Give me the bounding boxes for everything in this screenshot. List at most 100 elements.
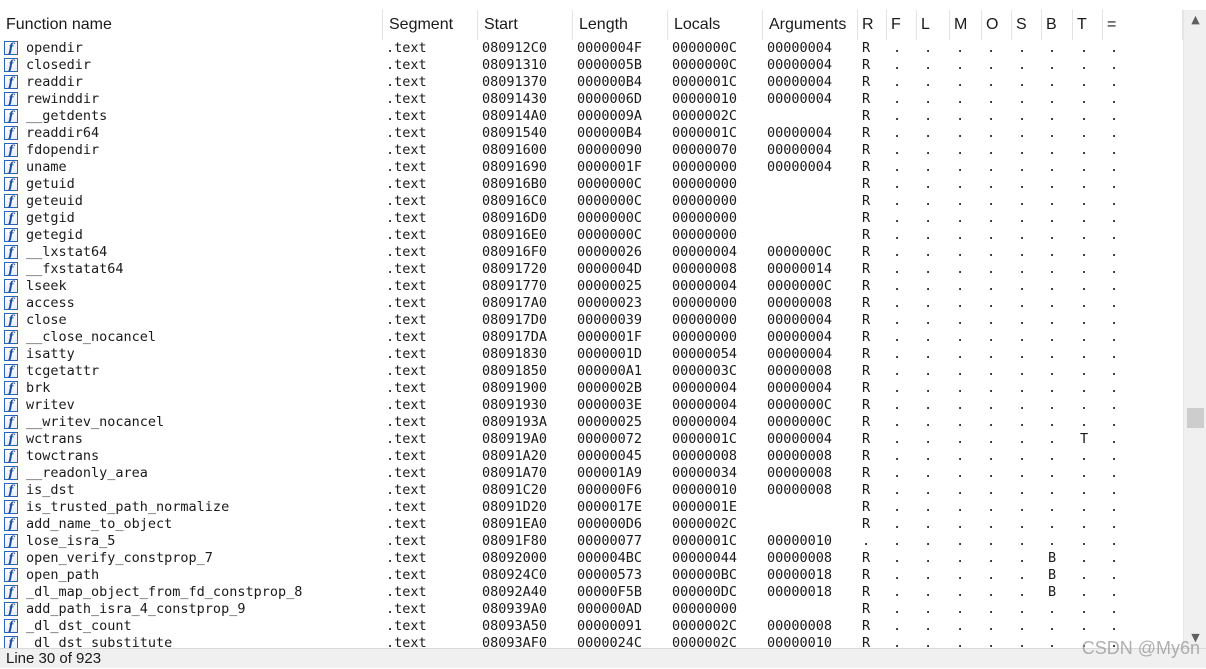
cell-name: isatty [26,346,75,362]
cell-args: 00000004 [767,91,833,107]
cell-o: . [987,499,996,515]
table-row[interactable]: f isatty .text 08091830 0000001D 00000054 0000… [0,346,1183,363]
table-row[interactable]: f lseek .text 08091770 00000025 00000004 00000… [0,278,1183,295]
column-header-t[interactable]: T [1073,10,1103,40]
cell-t: . [1080,142,1089,158]
table-row[interactable]: f add_path_isra_4_constprop_9 .text 080939A… [0,601,1183,618]
cell-f: . [893,142,902,158]
table-row[interactable]: f __lxstat64 .text 080916F0 00000026 00000004… [0,244,1183,261]
scroll-up-arrow-icon[interactable]: ▲ [1184,10,1206,30]
cell-b: . [1048,244,1057,260]
table-row[interactable]: f opendir .text 080912C0 0000004F 0000000C 000… [0,40,1183,57]
cell-l: . [924,74,933,90]
table-row[interactable]: f writev .text 08091930 0000003E 00000004 0000… [0,397,1183,414]
column-header-len[interactable]: Length [573,10,668,40]
column-header-r[interactable]: R [858,10,887,40]
table-row[interactable]: f closedir .text 08091310 0000005B 0000000C 00… [0,57,1183,74]
cell-locals: 00000000 [672,210,738,226]
table-row[interactable]: f getuid .text 080916B0 0000000C 00000000 R...… [0,176,1183,193]
table-row[interactable]: f _dl_dst_count .text 08093A50 00000091 00000… [0,618,1183,635]
cell-start: 08091430 [482,91,548,107]
column-header-l[interactable]: L [917,10,950,40]
cell-args: 00000018 [767,584,833,600]
cell-seg: .text [386,227,427,243]
cell-locals: 00000044 [672,550,738,566]
cell-f: . [893,431,902,447]
table-row[interactable]: f _dl_dst_substitute .text 08093AF0 0000024C… [0,635,1183,648]
cell-t: . [1080,91,1089,107]
table-row[interactable]: f close .text 080917D0 00000039 00000000 00000… [0,312,1183,329]
table-row[interactable]: f _dl_map_object_from_fd_constprop_8 .text… [0,584,1183,601]
cell-locals: 00000000 [672,176,738,192]
table-row[interactable]: f readdir64 .text 08091540 000000B4 0000001C 0… [0,125,1183,142]
table-row[interactable]: f is_dst .text 08091C20 000000F6 00000010 0000… [0,482,1183,499]
table-row[interactable]: f open_path .text 080924C0 00000573 000000BC 0… [0,567,1183,584]
function-icon: f [4,58,18,72]
column-header-s[interactable]: S [1012,10,1042,40]
table-row[interactable]: f lose_isra_5 .text 08091F80 00000077 0000001… [0,533,1183,550]
cell-name: __writev_nocancel [26,414,165,430]
cell-b: . [1048,312,1057,328]
column-header-m[interactable]: M [950,10,982,40]
table-row[interactable]: f access .text 080917A0 00000023 00000000 0000… [0,295,1183,312]
cell-name: tcgetattr [26,363,100,379]
scrollbar-thumb[interactable] [1187,408,1204,428]
vertical-scrollbar[interactable]: ▲ ▼ [1183,10,1206,648]
table-row[interactable]: f __writev_nocancel .text 0809193A 00000025 0… [0,414,1183,431]
table-row[interactable]: f open_verify_constprop_7 .text 08092000 000… [0,550,1183,567]
column-header-locals[interactable]: Locals [668,10,763,40]
column-header-name[interactable]: Function name [0,10,383,40]
cell-f: . [893,346,902,362]
cell-m: . [956,57,965,73]
cell-args: 00000010 [767,533,833,549]
table-row[interactable]: f wctrans .text 080919A0 00000072 0000001C 000… [0,431,1183,448]
function-icon: f [4,398,18,412]
table-row[interactable]: f geteuid .text 080916C0 0000000C 00000000 R..… [0,193,1183,210]
cell-r: R [862,618,871,634]
table-row[interactable]: f __close_nocancel .text 080917DA 0000001F 00… [0,329,1183,346]
cell-t: . [1080,567,1089,583]
column-header-seg[interactable]: Segment [383,10,478,40]
cell-l: . [924,482,933,498]
table-row[interactable]: f fdopendir .text 08091600 00000090 00000070 0… [0,142,1183,159]
cell-args: 00000004 [767,159,833,175]
cell-eq: . [1110,142,1119,158]
table-row[interactable]: f add_name_to_object .text 08091EA0 000000D6… [0,516,1183,533]
cell-l: . [924,159,933,175]
column-header-start[interactable]: Start [478,10,573,40]
table-row[interactable]: f __readonly_area .text 08091A70 000001A9 000… [0,465,1183,482]
column-header-f[interactable]: F [887,10,917,40]
table-row[interactable]: f __fxstatat64 .text 08091720 0000004D 000000… [0,261,1183,278]
cell-r: R [862,108,871,124]
cell-o: . [987,465,996,481]
cell-o: . [987,516,996,532]
column-header-eq[interactable]: = [1103,10,1183,40]
cell-r: R [862,414,871,430]
table-row[interactable]: f tcgetattr .text 08091850 000000A1 0000003C 0… [0,363,1183,380]
cell-len: 0000001F [577,159,643,175]
table-row[interactable]: f is_trusted_path_normalize .text 08091D20 0… [0,499,1183,516]
table-row[interactable]: f rewinddir .text 08091430 0000006D 00000010 0… [0,91,1183,108]
functions-list[interactable]: f opendir .text 080912C0 0000004F 0000000C 000… [0,40,1183,648]
column-header-args[interactable]: Arguments [763,10,858,40]
cell-b: . [1048,465,1057,481]
cell-l: . [924,601,933,617]
table-row[interactable]: f towctrans .text 08091A20 00000045 00000008 0… [0,448,1183,465]
table-row[interactable]: f getegid .text 080916E0 0000000C 00000000 R..… [0,227,1183,244]
column-header-b[interactable]: B [1042,10,1073,40]
cell-start: 08092A40 [482,584,548,600]
cell-s: . [1018,397,1027,413]
table-row[interactable]: f readdir .text 08091370 000000B4 0000001C 000… [0,74,1183,91]
table-row[interactable]: f getgid .text 080916D0 0000000C 00000000 R...… [0,210,1183,227]
column-header-o[interactable]: O [982,10,1012,40]
table-row[interactable]: f __getdents .text 080914A0 0000009A 0000002C… [0,108,1183,125]
cell-eq: . [1110,108,1119,124]
cell-m: . [956,193,965,209]
cell-len: 0000004D [577,261,643,277]
table-row[interactable]: f brk .text 08091900 0000002B 00000004 0000000… [0,380,1183,397]
function-icon: f [4,602,18,616]
cell-start: 08091720 [482,261,548,277]
table-row[interactable]: f uname .text 08091690 0000001F 00000000 00000… [0,159,1183,176]
column-header: Function name Segment Start Length Locals Arg… [0,10,1183,40]
cell-m: . [956,210,965,226]
